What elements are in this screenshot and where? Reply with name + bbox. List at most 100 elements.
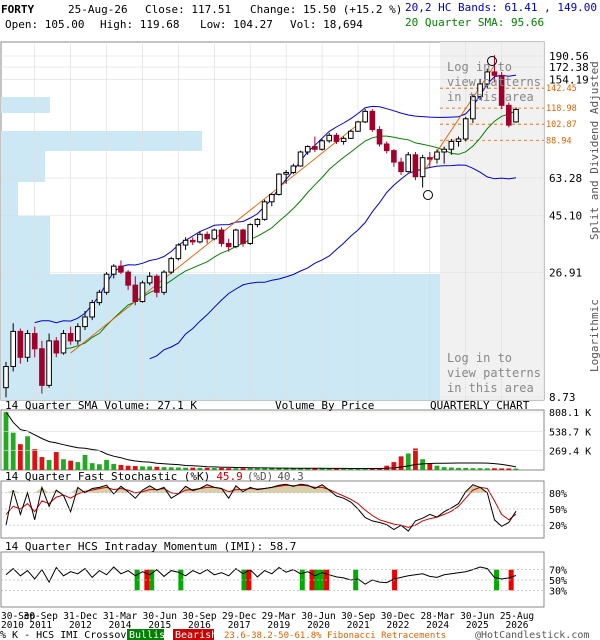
volume-bar xyxy=(456,467,461,470)
volume-bar xyxy=(17,444,23,470)
volume-bar xyxy=(463,467,469,470)
login-line: Log in to xyxy=(447,351,512,365)
candle-body xyxy=(462,118,469,140)
stochastic-title: 14 Quarter Fast Stochastic (%K) 45.9 (%D) 4… xyxy=(5,470,304,483)
year-tick-label: 2022 xyxy=(386,620,409,631)
date-axis: 30-Sep201030-Sep201131-Dec201231-Mar2014… xyxy=(1,611,534,631)
volume-bar xyxy=(39,457,45,470)
price-tick-label: 172.38 xyxy=(549,61,589,74)
volume-bar xyxy=(434,465,440,470)
candle-body xyxy=(197,233,203,243)
volume-bar xyxy=(499,468,505,470)
volume-bar xyxy=(10,432,16,470)
volume-bar xyxy=(427,463,433,470)
fib-level-label: 88.94 xyxy=(546,136,572,146)
candle-body xyxy=(297,151,304,167)
candle-body xyxy=(513,108,519,123)
volume-bar xyxy=(75,462,81,470)
candle-body xyxy=(46,340,52,386)
candle-body xyxy=(276,173,282,195)
stochastic-tick-label: 80% xyxy=(549,489,567,500)
volume-bar xyxy=(53,452,59,470)
low-value: Low: 104.27 xyxy=(200,18,273,31)
volume-bar xyxy=(68,460,74,470)
chart-period-label: QUARTERLY CHART xyxy=(430,399,530,412)
candle-body xyxy=(60,333,67,354)
candle-body xyxy=(96,291,103,304)
login-line: view patterns xyxy=(447,75,541,89)
candle-body xyxy=(139,282,146,303)
stochastic-tick-label: 20% xyxy=(549,521,567,532)
candle-body xyxy=(218,229,225,244)
copyright: @HotCandlestick.com xyxy=(475,630,589,640)
close-value: Close: 117.51 xyxy=(145,3,231,16)
candle-body xyxy=(506,104,512,126)
candle-body xyxy=(340,137,347,142)
volume-bar xyxy=(492,468,497,470)
candle-body xyxy=(110,265,117,275)
candle-body xyxy=(319,140,325,150)
candle-body xyxy=(17,330,24,358)
candle-body xyxy=(89,302,95,318)
candle-body xyxy=(448,140,455,150)
change-value: Change: 15.50 (+15.2 %) xyxy=(250,3,402,16)
candle-body xyxy=(419,157,426,178)
candle-body xyxy=(233,229,239,248)
candle-body xyxy=(376,129,383,145)
volume-bar xyxy=(441,467,447,470)
price-tick-label: 154.19 xyxy=(549,73,589,86)
candle-body xyxy=(290,165,297,173)
candle-body xyxy=(10,330,16,368)
bands-label: 20,2 HC Bands: 61.41 , 149.00 xyxy=(405,1,597,14)
high-value: High: 119.68 xyxy=(100,18,179,31)
candle-body xyxy=(24,333,31,358)
candle-body xyxy=(182,239,189,246)
candle-body xyxy=(103,273,110,293)
stochastic-d-label: (%D) xyxy=(247,470,274,483)
volume-bar xyxy=(61,459,66,470)
candle-body xyxy=(312,146,318,150)
price-tick-label: 45.10 xyxy=(549,209,582,222)
login-line: in this area xyxy=(447,90,534,104)
candle-body xyxy=(240,229,246,244)
volume-tick-label: 808.1 K xyxy=(549,408,591,419)
open-value: Open: 105.00 xyxy=(5,18,84,31)
footer: % K - HCS IMI Crossover, Bullish Bearish… xyxy=(0,629,589,640)
candle-body xyxy=(31,333,38,350)
year-tick-label: 2017 xyxy=(228,620,251,631)
candle-body xyxy=(405,154,412,173)
candle-body xyxy=(268,193,275,203)
candle-body xyxy=(161,271,167,293)
candle-body xyxy=(53,340,60,354)
volume-bar xyxy=(32,449,38,470)
ticker: FORTY xyxy=(1,3,34,16)
side-label-adjusted: Split and Dividend Adjusted xyxy=(588,61,600,240)
stochastic-title-text: 14 Quarter Fast Stochastic (%K) xyxy=(5,470,210,483)
candle-body xyxy=(347,130,354,139)
price-tick-label: 63.28 xyxy=(549,172,582,185)
fib-level-label: 102.87 xyxy=(546,120,577,130)
imi-panel: 70%50%30% 14 Quarter HCS Intraday Moment… xyxy=(0,540,567,608)
candle-body xyxy=(254,218,261,226)
candle-body xyxy=(154,275,160,293)
imi-tick-label: 30% xyxy=(549,586,567,597)
volume-bar xyxy=(89,463,95,470)
year-tick-label: 2020 xyxy=(307,620,330,631)
login-line: view patterns xyxy=(447,366,541,380)
candle-body xyxy=(3,366,9,389)
volume-panel: 14 Quarter SMA Volume: 27.1 K Volume By … xyxy=(0,399,591,471)
vbp-zone xyxy=(1,97,50,113)
login-line: Log in to xyxy=(447,60,512,74)
bearish-label: Bearish xyxy=(175,630,217,640)
candle-body xyxy=(369,110,376,131)
stochastic-k-value: 45.9 xyxy=(216,470,243,483)
volume-bar xyxy=(513,468,519,470)
candle-body xyxy=(383,143,390,152)
year-tick-label: 2021 xyxy=(347,620,370,631)
candle-body xyxy=(283,171,289,175)
volume-tick-label: 269.4 K xyxy=(549,447,591,458)
candle-body xyxy=(175,244,182,260)
volume-bar xyxy=(3,411,9,470)
volume-bar xyxy=(104,459,109,470)
side-label-log: Logarithmic xyxy=(588,299,600,372)
